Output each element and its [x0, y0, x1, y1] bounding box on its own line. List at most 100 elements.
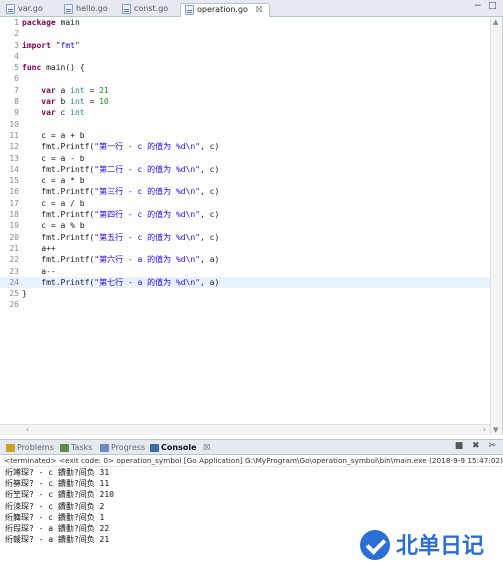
code-line[interactable]: 23 a-- [0, 266, 490, 277]
line-number: 14 [9, 164, 19, 174]
code-line[interactable]: 25} [0, 288, 490, 299]
line-number: 3 [14, 40, 19, 50]
code-text[interactable]: var a int = 21 [22, 86, 108, 95]
code-line[interactable]: 18 fmt.Printf("第四行 - c 的值为 %d\n", c) [0, 209, 490, 220]
code-text[interactable]: c = a - b [22, 154, 84, 163]
code-line[interactable]: 1 package main [0, 17, 490, 28]
vertical-scrollbar[interactable]: ▲ ▼ [490, 17, 502, 435]
bottom-panel-tabs: Problems Tasks Progress Console ☒ ■ ✖ ✂ [0, 439, 503, 455]
code-text[interactable]: func main() { [22, 63, 85, 72]
editor-tab-bar: var.go hello.go const.go operation.go ☒ … [0, 0, 503, 17]
tab-const-go[interactable]: const.go [118, 3, 168, 17]
code-line[interactable]: 9 var c int [0, 107, 490, 118]
horizontal-scrollbar[interactable]: ‹ › [0, 424, 490, 435]
tab-label: var.go [18, 4, 43, 13]
code-line[interactable]: 26 [0, 299, 490, 310]
code-text[interactable]: a++ [22, 244, 55, 253]
maximize-button[interactable]: □ [488, 1, 497, 11]
tab-label: Console [161, 443, 197, 452]
tab-var-go[interactable]: var.go [2, 3, 43, 17]
tab-progress[interactable]: Progress [98, 442, 145, 455]
code-line[interactable]: 20 fmt.Printf("第五行 - c 的值为 %d\n", c) [0, 232, 490, 243]
code-text[interactable]: import "fmt" [22, 41, 80, 50]
line-number: 5 [14, 63, 19, 73]
tab-hello-go[interactable]: hello.go [60, 3, 108, 17]
code-line[interactable]: 11 c = a + b [0, 130, 490, 141]
code-line[interactable]: 21 a++ [0, 243, 490, 254]
code-text[interactable]: c = a / b [22, 199, 84, 208]
tab-problems[interactable]: Problems [4, 442, 54, 455]
code-text[interactable]: fmt.Printf("第三行 - c 的值为 %d\n", c) [22, 187, 219, 196]
code-line[interactable]: 22 fmt.Printf("第六行 - a 的值为 %d\n", a) [0, 254, 490, 265]
line-number: 23 [9, 266, 19, 276]
tab-label: const.go [134, 4, 169, 13]
code-text[interactable]: c = a * b [22, 176, 84, 185]
code-line[interactable]: 13 c = a - b [0, 153, 490, 164]
console-line: 绗洓琛? - c 鐨勫?间负 2 [5, 501, 105, 511]
code-text[interactable]: package main [22, 18, 80, 27]
code-text[interactable]: c = a + b [22, 131, 84, 140]
code-text[interactable]: fmt.Printf("第一行 - c 的值为 %d\n", c) [22, 142, 219, 151]
scroll-right-icon[interactable]: › [483, 425, 486, 434]
line-number: 13 [9, 153, 19, 163]
code-line[interactable]: 19 c = a % b [0, 220, 490, 231]
code-text[interactable]: } [22, 289, 27, 298]
tab-label: Problems [17, 443, 54, 452]
line-number: 26 [9, 300, 19, 310]
tab-label: Tasks [71, 443, 93, 452]
code-line[interactable]: 2 [0, 28, 490, 39]
code-line[interactable]: 7 var a int = 21 [0, 85, 490, 96]
console-toolbar[interactable]: ■ ✖ ✂ [455, 441, 499, 451]
code-text[interactable]: var b int = 10 [22, 97, 108, 106]
code-text[interactable]: fmt.Printf("第二行 - c 的值为 %d\n", c) [22, 165, 219, 174]
tasks-icon [60, 444, 69, 452]
minimize-button[interactable]: − [474, 1, 482, 11]
line-number: 19 [9, 221, 19, 231]
scroll-down-icon[interactable]: ▼ [493, 426, 498, 434]
scroll-left-icon[interactable]: ‹ [26, 425, 29, 434]
go-file-icon [185, 5, 194, 15]
tab-tasks[interactable]: Tasks [58, 442, 92, 455]
close-tab-icon[interactable]: ☒ [255, 5, 262, 14]
code-text[interactable]: c = a % b [22, 221, 84, 230]
code-line[interactable]: 16 fmt.Printf("第三行 - c 的值为 %d\n", c) [0, 186, 490, 197]
code-line[interactable]: 4 [0, 51, 490, 62]
console-line: 绗笁琛? - c 鐨勫?间负 210 [5, 490, 114, 500]
line-number: 25 [9, 289, 19, 299]
console-line: 绗簩琛? - c 鐨勫?间负 11 [5, 479, 110, 489]
code-line[interactable]: 24 fmt.Printf("第七行 - a 的值为 %d\n", a) [0, 276, 490, 289]
tab-console[interactable]: Console ☒ [148, 442, 210, 455]
code-line[interactable]: 12 fmt.Printf("第一行 - c 的值为 %d\n", c) [0, 141, 490, 152]
problems-icon [6, 444, 15, 452]
code-editor[interactable]: 1 package main 2 3 import "fmt" 4 5 func main()… [0, 17, 503, 435]
line-number: 2 [14, 29, 19, 39]
code-line[interactable]: 17 c = a / b [0, 198, 490, 209]
go-file-icon [64, 4, 73, 14]
line-number: 9 [14, 108, 19, 118]
code-line[interactable]: 5 func main() { [0, 62, 490, 73]
code-line[interactable]: 6 [0, 73, 490, 84]
code-line[interactable]: 15 c = a * b [0, 175, 490, 186]
code-line[interactable]: 14 fmt.Printf("第二行 - c 的值为 %d\n", c) [0, 164, 490, 175]
code-line[interactable]: 10 [0, 119, 490, 130]
code-text[interactable]: a-- [22, 267, 55, 276]
code-lines[interactable]: 1 package main 2 3 import "fmt" 4 5 func main()… [0, 17, 490, 311]
code-text[interactable]: fmt.Printf("第五行 - c 的值为 %d\n", c) [22, 233, 219, 242]
line-number: 12 [9, 142, 19, 152]
line-number: 7 [14, 85, 19, 95]
code-line[interactable]: 8 var b int = 10 [0, 96, 490, 107]
scroll-up-icon[interactable]: ▲ [493, 18, 498, 26]
line-number: 4 [14, 51, 19, 61]
console-line: 绗簲琛? - c 鐨勫?间负 1 [5, 512, 105, 522]
code-text[interactable]: var c int [22, 108, 84, 117]
code-text[interactable]: fmt.Printf("第四行 - c 的值为 %d\n", c) [22, 210, 219, 219]
code-line[interactable]: 3 import "fmt" [0, 40, 490, 51]
tab-operation-go[interactable]: operation.go ☒ [180, 3, 270, 17]
code-text[interactable]: fmt.Printf("第七行 - a 的值为 %d\n", a) [22, 278, 219, 287]
code-text[interactable]: fmt.Printf("第六行 - a 的值为 %d\n", a) [22, 255, 219, 264]
watermark-text: 北单日记 [396, 534, 485, 559]
close-console-icon[interactable]: ☒ [203, 443, 210, 452]
line-number: 20 [9, 232, 19, 242]
line-number: 22 [9, 255, 19, 265]
console-icon [150, 444, 159, 452]
